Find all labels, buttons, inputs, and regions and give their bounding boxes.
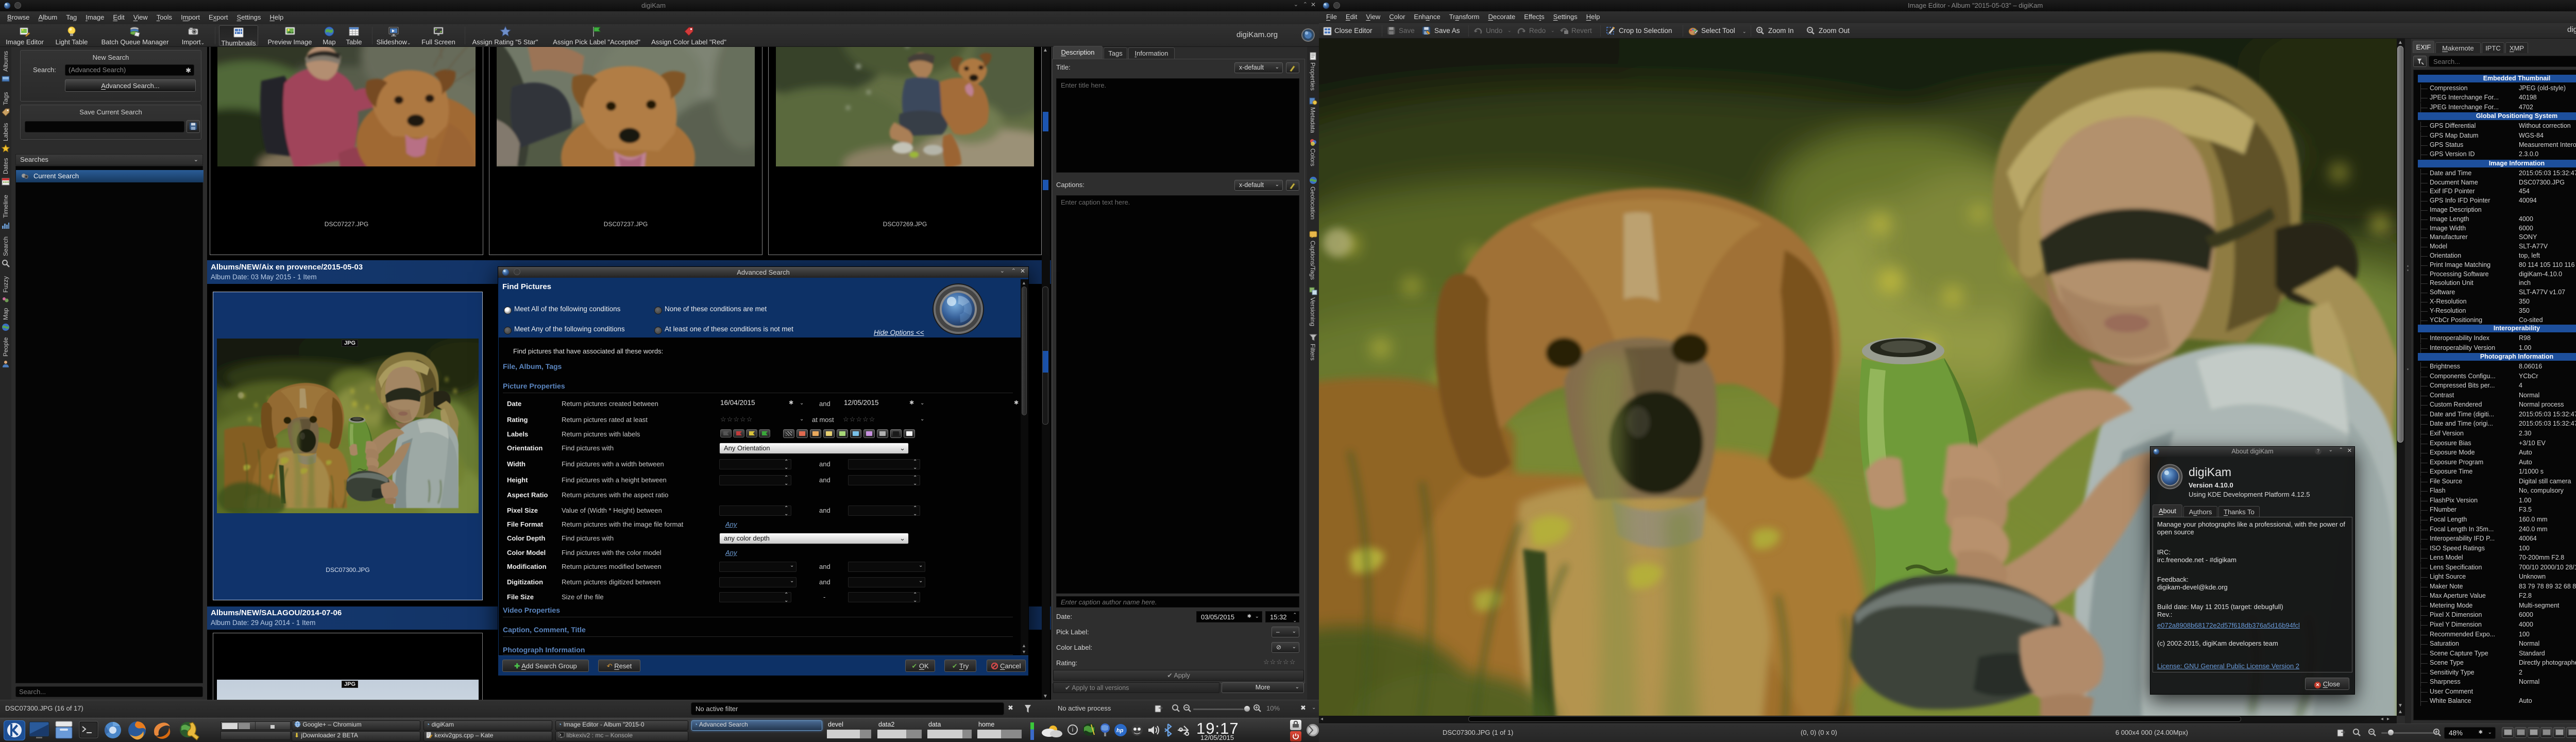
svg-text:hp: hp [1116, 728, 1124, 734]
